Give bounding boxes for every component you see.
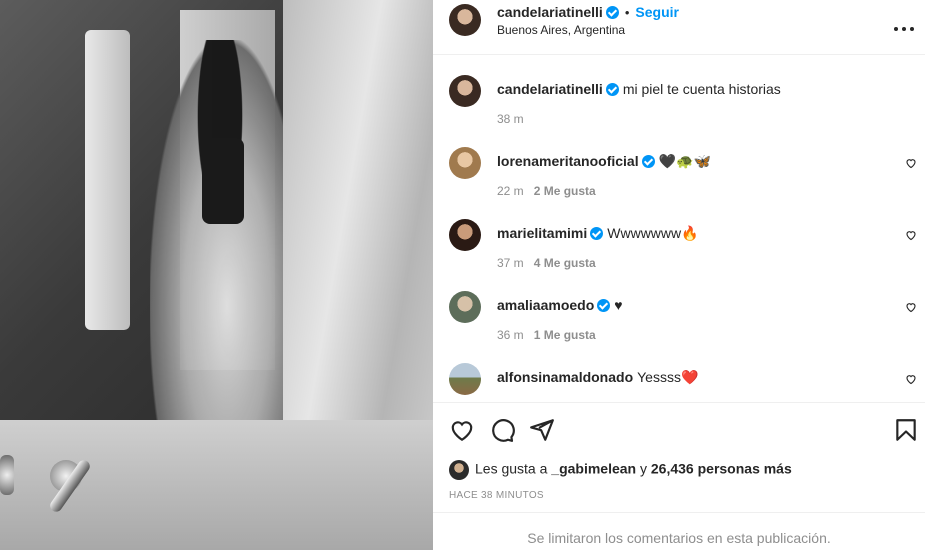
comment-text: ♥ — [614, 297, 623, 313]
caption-time[interactable]: 38 m — [497, 112, 524, 126]
verified-badge-icon — [590, 227, 604, 240]
caption-avatar[interactable] — [449, 75, 481, 107]
liker-username[interactable]: _gabimelean — [551, 461, 636, 477]
comment-like-heart-icon[interactable] — [905, 157, 917, 169]
author-line: candelariatinelli • Seguir — [497, 4, 679, 22]
likes-summary: Les gusta a _gabimelean y 26,436 persona… — [449, 460, 792, 480]
comment-avatar[interactable] — [449, 363, 481, 395]
post-location[interactable]: Buenos Aires, Argentina — [497, 23, 625, 37]
likes-count[interactable]: 26,436 personas más — [651, 461, 792, 477]
caption-text: mi piel te cuenta historias — [622, 81, 781, 97]
comment-text: 🖤🐢🦋 — [658, 153, 711, 169]
comment-username[interactable]: alfonsinamaldonado — [497, 369, 633, 385]
comment-bubble-icon[interactable] — [489, 417, 515, 443]
comment-like-heart-icon[interactable] — [905, 373, 917, 385]
likes-conj: y — [640, 460, 647, 477]
comment-line: marielitamimi Wwwwwww🔥 — [497, 225, 699, 242]
author-avatar[interactable] — [449, 4, 481, 36]
caption-username[interactable]: candelariatinelli — [497, 81, 603, 97]
follow-button[interactable]: Seguir — [635, 4, 679, 20]
photo-faucet-knob-left — [0, 455, 14, 495]
comments-limited-text: Se limitaron los comentarios en esta pub… — [527, 530, 831, 546]
verified-badge-icon — [605, 6, 619, 19]
comment-meta: 36 m 1 Me gusta — [497, 328, 596, 342]
verified-badge-icon — [641, 155, 655, 168]
author-username[interactable]: candelariatinelli — [497, 4, 603, 20]
comment-avatar[interactable] — [449, 291, 481, 323]
photo-figure — [150, 40, 290, 420]
liker-avatar[interactable] — [449, 460, 469, 480]
comment-username[interactable]: lorenameritanooficial — [497, 153, 639, 169]
post-time-ago[interactable]: HACE 38 MINUTOS — [449, 490, 544, 501]
comment-meta: 22 m 2 Me gusta — [497, 184, 596, 198]
photo-towel — [85, 30, 130, 330]
likes-prefix: Les gusta a — [475, 460, 548, 477]
comment-like-heart-icon[interactable] — [905, 229, 917, 241]
save-bookmark-icon[interactable] — [893, 417, 919, 443]
post-photo[interactable] — [0, 0, 433, 550]
comment-meta: 37 m 4 Me gusta — [497, 256, 596, 270]
photo-phone — [202, 138, 244, 224]
comments-limited-footer: Se limitaron los comentarios en esta pub… — [433, 512, 925, 551]
comment-line: amaliaamoedo ♥ — [497, 297, 623, 313]
comment-line: alfonsinamaldonado Yessss❤️ — [497, 369, 698, 386]
verified-badge-icon — [605, 83, 619, 96]
comment-text: Wwwwwww🔥 — [607, 225, 699, 241]
caption-line: candelariatinelli mi piel te cuenta histo… — [497, 81, 781, 97]
post-side-panel: candelariatinelli • Seguir Buenos Aires, A… — [433, 0, 925, 550]
comment-like-heart-icon[interactable] — [905, 301, 917, 313]
comments-list[interactable]: candelariatinelli mi piel te cuenta histo… — [433, 55, 925, 402]
comment-likes[interactable]: 2 Me gusta — [534, 184, 596, 198]
comment-likes[interactable]: 4 Me gusta — [534, 256, 596, 270]
comment-line: lorenameritanooficial 🖤🐢🦋 — [497, 153, 711, 170]
separator-dot: • — [624, 5, 630, 20]
comment-time[interactable]: 22 m — [497, 184, 524, 198]
comment-time[interactable]: 37 m — [497, 256, 524, 270]
share-send-icon[interactable] — [529, 417, 555, 443]
caption-meta: 38 m — [497, 112, 524, 126]
more-horizontal-icon[interactable] — [893, 12, 915, 38]
instagram-post-view: candelariatinelli • Seguir Buenos Aires, A… — [0, 0, 925, 550]
comment-username[interactable]: marielitamimi — [497, 225, 587, 241]
comment-avatar[interactable] — [449, 219, 481, 251]
comment-avatar[interactable] — [449, 147, 481, 179]
like-heart-icon[interactable] — [449, 417, 475, 443]
comment-likes[interactable]: 1 Me gusta — [534, 328, 596, 342]
comment-text: Yessss❤️ — [637, 369, 699, 385]
comment-username[interactable]: amaliaamoedo — [497, 297, 594, 313]
verified-badge-icon — [597, 299, 611, 312]
post-header: candelariatinelli • Seguir Buenos Aires, A… — [433, 0, 925, 55]
comment-time[interactable]: 36 m — [497, 328, 524, 342]
action-bar — [433, 402, 925, 459]
